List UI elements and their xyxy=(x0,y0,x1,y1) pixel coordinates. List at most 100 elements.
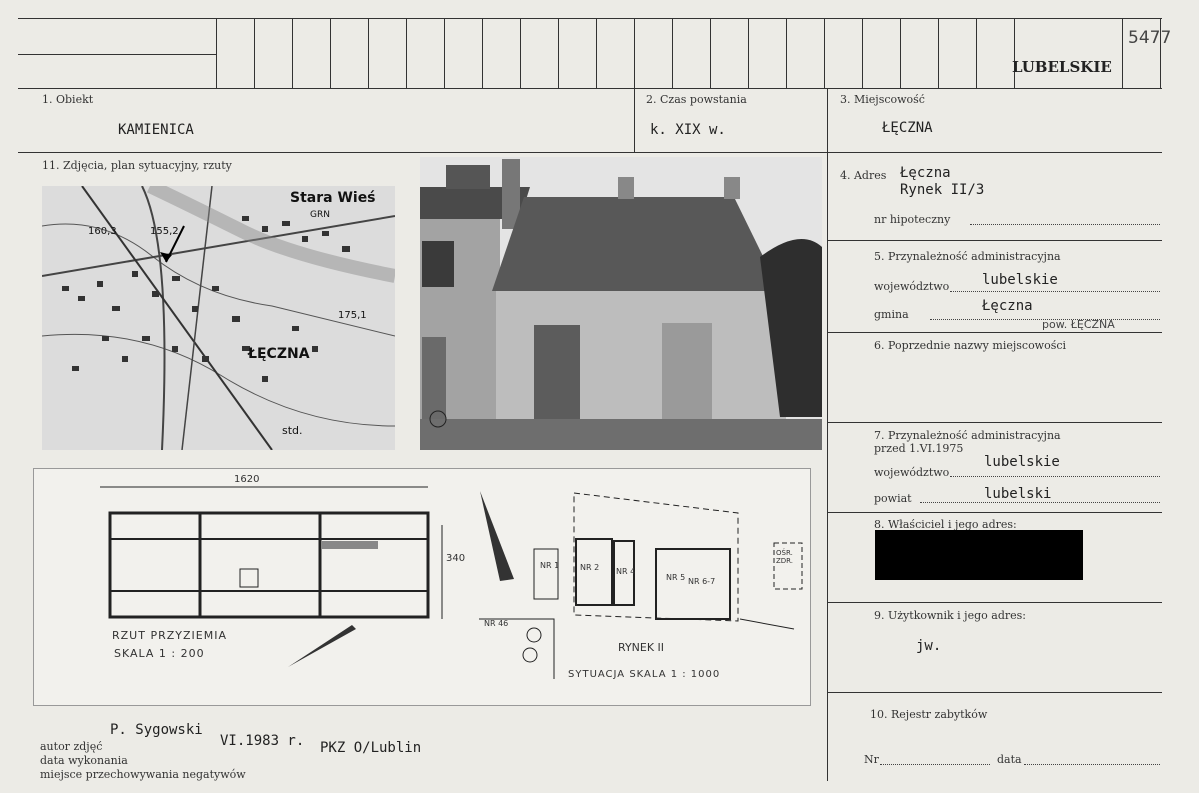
lot-nr5: NR 5 xyxy=(666,573,686,582)
header-cell-divider xyxy=(1122,18,1123,88)
poprzednie-label: 6. Poprzednie nazwy miejscowości xyxy=(874,339,1067,352)
wojewodztwo75-label: województwo xyxy=(874,466,950,479)
header-mid-line xyxy=(18,54,216,55)
lot-nr46: NR 46 xyxy=(484,619,509,628)
czas-label: 2. Czas powstania xyxy=(646,93,747,106)
row8-bottom-line xyxy=(828,602,1162,603)
obiekt-value: KAMIENICA xyxy=(118,122,194,138)
header-cell-divider xyxy=(900,18,901,88)
building-graphic xyxy=(420,157,822,450)
powiat-value: lubelski xyxy=(984,486,1052,502)
miejscowosc-value: ŁĘCZNA xyxy=(882,120,933,136)
lot-nr67: NR 6-7 xyxy=(688,577,716,586)
row5-bottom-line xyxy=(828,332,1162,333)
header-cell-divider xyxy=(938,18,939,88)
plan-depth-dimension: 340 xyxy=(446,553,466,564)
lot-nr1: NR 1 xyxy=(540,561,560,570)
autor-label: autor zdjęć xyxy=(40,740,103,753)
row1-divider-a xyxy=(634,88,635,152)
header-cell-divider xyxy=(368,18,369,88)
uzytkownik-value: jw. xyxy=(916,638,942,654)
row1-bottom-line xyxy=(18,152,1162,153)
autor-value: P. Sygowski xyxy=(110,722,203,738)
location-map-photo: ŁĘCZNA Stara Wieś GRN 160,3 155,2 175,1 … xyxy=(42,186,395,450)
gmina-label: gmina xyxy=(874,308,909,321)
map-std-label: std. xyxy=(282,424,303,437)
header-cell-divider xyxy=(748,18,749,88)
header-cell-divider xyxy=(216,18,217,88)
header-top-line xyxy=(18,18,1162,19)
map-town-label: ŁĘCZNA xyxy=(248,346,310,362)
obiekt-label: 1. Obiekt xyxy=(42,93,94,106)
redacted-owner xyxy=(875,530,1083,580)
rejestr-nr-label: Nr xyxy=(864,753,879,766)
lot-nr2: NR 2 xyxy=(580,563,600,572)
row4-bottom-line xyxy=(828,240,1162,241)
zdjecia-label: 11. Zdjęcia, plan sytuacyjny, rzuty xyxy=(42,159,232,172)
map-elevation-3: 175,1 xyxy=(338,310,367,321)
header-cell-divider xyxy=(596,18,597,88)
plans-drawing: 1620 340 RZUT PRZYZIEMIA SKALA 1 : 200 R… xyxy=(33,468,811,706)
rejestr-data-line xyxy=(1024,764,1160,765)
rejestr-data-label: data xyxy=(997,753,1022,766)
market-square-label: RYNEK II xyxy=(618,641,665,654)
adres-line1: Łęczna xyxy=(900,165,951,181)
miejscowosc-label: 3. Miejscowość xyxy=(840,93,925,106)
wojewodztwo75-value: lubelskie xyxy=(984,454,1060,470)
situation-title: SYTUACJA SKALA 1 : 1000 xyxy=(568,669,721,680)
header-cell-divider xyxy=(786,18,787,88)
row9-bottom-line xyxy=(828,692,1162,693)
map-elevation-1: 160,3 xyxy=(88,226,117,237)
wojewodztwo75-line xyxy=(950,476,1160,477)
inventory-card: LUBELSKIE 5477 1. Obiekt KAMIENICA 2. Cz… xyxy=(0,0,1199,793)
gmina-note: pow. ŁĘCZNA xyxy=(1042,318,1115,331)
header-cell-divider xyxy=(634,18,635,88)
header-cell-divider xyxy=(292,18,293,88)
header-cell-divider xyxy=(482,18,483,88)
adres-label: 4. Adres xyxy=(840,169,887,182)
floor-plan-scale: SKALA 1 : 200 xyxy=(114,647,205,660)
region-label: LUBELSKIE xyxy=(1012,58,1112,76)
header-cell-divider xyxy=(406,18,407,88)
floor-plan-title: RZUT PRZYZIEMIA xyxy=(112,629,227,642)
wojewodztwo-line xyxy=(950,291,1160,292)
przynaleznosc-label: 5. Przynależność administracyjna xyxy=(874,250,1061,263)
rejestr-nr-line xyxy=(880,764,990,765)
powiat-label: powiat xyxy=(874,492,912,505)
header-cell-divider xyxy=(444,18,445,88)
header-cell-divider xyxy=(254,18,255,88)
map-village-label: Stara Wieś xyxy=(290,190,376,206)
rejestr-label: 10. Rejestr zabytków xyxy=(870,708,988,721)
map-grn-label: GRN xyxy=(310,210,330,220)
header-cell-divider xyxy=(1014,18,1015,88)
header-cell-divider xyxy=(330,18,331,88)
przynaleznosc75-sub: przed 1.VI.1975 xyxy=(874,442,964,455)
powiat-line xyxy=(920,502,1160,503)
right-column-divider xyxy=(827,88,828,781)
clinic-label: OŚR. ZDR. xyxy=(776,549,794,565)
czas-value: k. XIX w. xyxy=(650,122,726,138)
header-cell-divider xyxy=(710,18,711,88)
uzytkownik-label: 9. Użytkownik i jego adres: xyxy=(874,609,1026,622)
wojewodztwo-label: województwo xyxy=(874,280,950,293)
plan-width-dimension: 1620 xyxy=(234,474,260,485)
lot-nr4: NR 4 xyxy=(616,567,636,576)
row6-bottom-line xyxy=(828,422,1162,423)
catalog-number: 5477 xyxy=(1128,28,1172,48)
header-cell-divider xyxy=(862,18,863,88)
adres-line2: Rynek II/3 xyxy=(900,182,985,198)
hipoteczny-line xyxy=(970,224,1160,225)
row7-bottom-line xyxy=(828,512,1162,513)
gmina-value: Łęczna xyxy=(982,298,1033,314)
header-cell-divider xyxy=(824,18,825,88)
miejsce-label: miejsce przechowywania negatywów xyxy=(40,768,246,781)
hipoteczny-label: nr hipoteczny xyxy=(874,213,951,226)
header-cell-divider xyxy=(558,18,559,88)
przynaleznosc75-label: 7. Przynależność administracyjna xyxy=(874,429,1061,442)
header-bottom-line xyxy=(18,88,1162,89)
header-cell-divider xyxy=(976,18,977,88)
data-wykonania-value: VI.1983 r. xyxy=(220,733,305,749)
header-cell-divider xyxy=(520,18,521,88)
data-wykonania-label: data wykonania xyxy=(40,754,128,767)
building-photo xyxy=(420,157,822,450)
